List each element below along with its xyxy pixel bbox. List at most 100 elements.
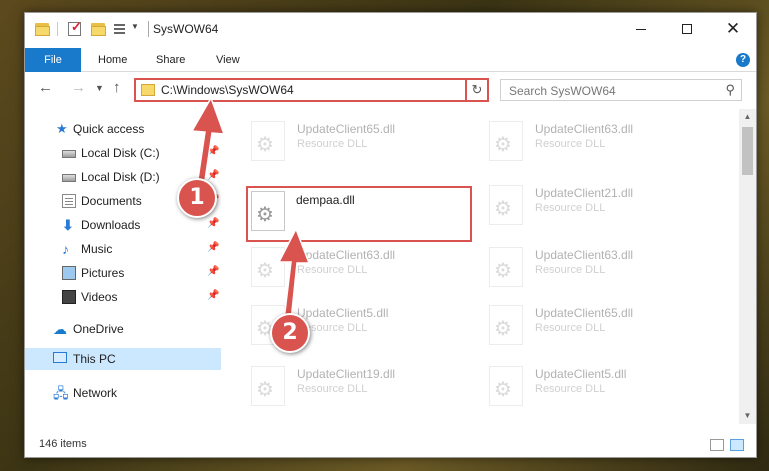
file-name: UpdateClient65.dll (535, 306, 634, 320)
file-name: UpdateClient5.dll (297, 306, 389, 320)
recent-locations-chevron-icon[interactable]: ▼ (95, 83, 104, 93)
sidebar-item-network[interactable]: 🖧 Network (25, 382, 221, 404)
refresh-button[interactable]: ↻ (465, 78, 489, 102)
search-icon[interactable]: ⚲ (725, 82, 735, 98)
sidebar-item-label: Downloads (81, 218, 141, 232)
file-name: UpdateClient63.dll (297, 248, 396, 262)
scroll-thumb[interactable] (742, 127, 753, 175)
search-input[interactable]: Search SysWOW64 ⚲ (500, 79, 742, 101)
close-icon: ✕ (725, 19, 741, 38)
sidebar-item-label: This PC (73, 352, 116, 366)
help-icon[interactable]: ? (736, 53, 750, 67)
sidebar-item-label: Pictures (81, 266, 125, 280)
disk-icon (62, 150, 76, 158)
sidebar-item-this-pc[interactable]: This PC (25, 348, 221, 370)
dll-file-icon: ⚙ (251, 191, 285, 231)
step-1-badge: 1 (177, 178, 217, 218)
vertical-scrollbar[interactable]: ▲ ▼ (739, 109, 756, 424)
up-arrow-icon[interactable]: ↑ (113, 79, 121, 96)
file-name: UpdateClient63.dll (535, 248, 634, 262)
sidebar-item-onedrive[interactable]: ☁ OneDrive (25, 318, 221, 340)
pin-icon[interactable]: 📌 (207, 242, 219, 253)
file-item[interactable]: ⚙ UpdateClient65.dll Resource DLL (487, 301, 713, 357)
file-type: Resource DLL (535, 138, 606, 150)
sidebar-item-local-disk-c[interactable]: Local Disk (C:) 📌 (25, 142, 221, 164)
scroll-down-icon[interactable]: ▼ (739, 408, 756, 424)
item-count: 146 items (39, 438, 87, 450)
sidebar-item-label: Network (73, 386, 118, 400)
window-title: SysWOW64 (153, 22, 219, 36)
tab-share[interactable]: Share (156, 48, 185, 72)
sidebar-item-label: OneDrive (73, 322, 124, 336)
sidebar-item-label: Videos (81, 290, 118, 304)
tab-file[interactable]: File (25, 48, 81, 72)
tab-home[interactable]: Home (98, 48, 127, 72)
dll-file-icon: ⚙ (489, 305, 523, 345)
sidebar-item-label: Documents (81, 194, 142, 208)
file-item-dempaa[interactable]: ⚙ dempaa.dll (246, 186, 472, 242)
file-name: UpdateClient63.dll (535, 122, 634, 136)
tab-view[interactable]: View (216, 48, 240, 72)
details-view-icon[interactable] (710, 439, 724, 451)
dll-file-icon: ⚙ (251, 366, 285, 406)
file-item[interactable]: ⚙ UpdateClient65.dll Resource DLL (249, 117, 475, 173)
disk-icon (62, 174, 76, 182)
close-button[interactable]: ✕ (710, 13, 756, 44)
sidebar-item-videos[interactable]: Videos 📌 (25, 286, 221, 308)
scroll-up-icon[interactable]: ▲ (739, 109, 756, 125)
network-icon: 🖧 (53, 385, 69, 401)
forward-arrow-icon[interactable]: → (71, 79, 86, 96)
file-name: UpdateClient19.dll (297, 367, 396, 381)
file-type: Resource DLL (535, 202, 606, 214)
dll-file-icon: ⚙ (251, 121, 285, 161)
dll-file-icon: ⚙ (489, 366, 523, 406)
file-type: Resource DLL (297, 383, 368, 395)
file-type: Resource DLL (297, 138, 368, 150)
file-item[interactable]: ⚙ UpdateClient19.dll Resource DLL (249, 362, 475, 418)
sidebar-item-label: Music (81, 242, 113, 256)
ribbon: File Home Share View ? (25, 48, 756, 72)
search-placeholder: Search SysWOW64 (509, 84, 616, 98)
pin-icon[interactable]: 📌 (207, 170, 219, 181)
toolbar-separator (57, 22, 58, 36)
properties-check-icon[interactable]: ✓ (67, 19, 83, 37)
dll-file-icon: ⚙ (489, 121, 523, 161)
file-type: Resource DLL (297, 264, 368, 276)
file-item[interactable]: ⚙ UpdateClient63.dll Resource DLL (249, 243, 475, 299)
pin-icon[interactable]: 📌 (207, 218, 219, 229)
file-list: ⚙ UpdateClient65.dll Resource DLL ⚙ Upda… (221, 109, 740, 424)
sidebar-item-music[interactable]: ♪ Music 📌 (25, 238, 221, 260)
address-bar[interactable]: C:\Windows\SysWOW64 ⌄ (134, 78, 488, 102)
file-name: UpdateClient5.dll (535, 367, 627, 381)
file-name: UpdateClient65.dll (297, 122, 396, 136)
address-path[interactable]: C:\Windows\SysWOW64 (161, 83, 294, 97)
pin-icon[interactable]: 📌 (207, 146, 219, 157)
refresh-icon: ↻ (471, 82, 483, 97)
file-item[interactable]: ⚙ UpdateClient63.dll Resource DLL (487, 117, 713, 173)
step-2-badge: 2 (270, 313, 310, 353)
file-item[interactable]: ⚙ UpdateClient63.dll Resource DLL (487, 243, 713, 299)
sidebar-item-quick-access[interactable]: ★ Quick access (25, 118, 221, 140)
title-bar: ✓ ▼ SysWOW64 ✕ (25, 13, 756, 45)
file-item[interactable]: ⚙ UpdateClient21.dll Resource DLL (487, 181, 713, 237)
large-icons-view-icon[interactable] (730, 439, 744, 451)
file-item[interactable]: ⚙ UpdateClient5.dll Resource DLL (487, 362, 713, 418)
sidebar-item-pictures[interactable]: Pictures 📌 (25, 262, 221, 284)
status-bar: 146 items (25, 433, 756, 457)
quick-access-properties-icon[interactable] (113, 21, 129, 37)
pin-icon[interactable]: 📌 (207, 290, 219, 301)
dll-file-icon: ⚙ (489, 247, 523, 287)
maximize-button[interactable] (664, 13, 710, 44)
file-name: dempaa.dll (296, 193, 355, 207)
new-folder-icon[interactable] (91, 21, 107, 37)
title-separator (148, 21, 149, 37)
onedrive-icon: ☁ (53, 321, 67, 337)
customize-quick-access-chevron-icon[interactable]: ▼ (131, 22, 139, 31)
minimize-button[interactable] (618, 13, 664, 44)
music-icon: ♪ (62, 241, 69, 257)
dll-file-icon: ⚙ (489, 185, 523, 225)
back-arrow-icon[interactable]: ← (38, 79, 53, 96)
pin-icon[interactable]: 📌 (207, 266, 219, 277)
sidebar-item-label: Local Disk (D:) (81, 170, 160, 184)
folder-icon (141, 84, 155, 96)
